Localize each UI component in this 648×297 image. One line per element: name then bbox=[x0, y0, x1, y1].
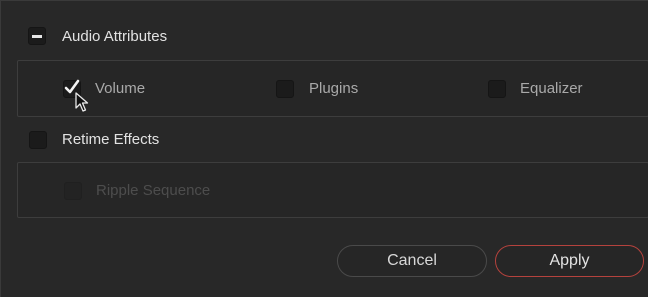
minus-icon bbox=[32, 35, 42, 38]
audio-attributes-options: Volume Plugins Equalizer bbox=[17, 60, 648, 117]
cancel-button[interactable]: Cancel bbox=[337, 245, 487, 277]
equalizer-checkbox[interactable] bbox=[488, 80, 506, 98]
cursor-icon bbox=[75, 92, 89, 112]
audio-attributes-checkbox[interactable] bbox=[28, 27, 46, 45]
retime-effects-options: Ripple Sequence bbox=[17, 162, 648, 218]
plugins-label: Plugins bbox=[309, 80, 359, 97]
paste-attributes-panel: Audio Attributes Volume Plugins Equalize… bbox=[0, 0, 648, 297]
volume-label: Volume bbox=[95, 80, 146, 97]
equalizer-label: Equalizer bbox=[520, 80, 583, 97]
ripple-sequence-checkbox bbox=[64, 182, 82, 200]
apply-button[interactable]: Apply bbox=[495, 245, 644, 277]
retime-effects-checkbox[interactable] bbox=[29, 131, 47, 149]
retime-effects-label: Retime Effects bbox=[62, 131, 160, 148]
ripple-sequence-label: Ripple Sequence bbox=[96, 182, 211, 199]
audio-attributes-label: Audio Attributes bbox=[62, 28, 168, 45]
plugins-checkbox[interactable] bbox=[276, 80, 294, 98]
